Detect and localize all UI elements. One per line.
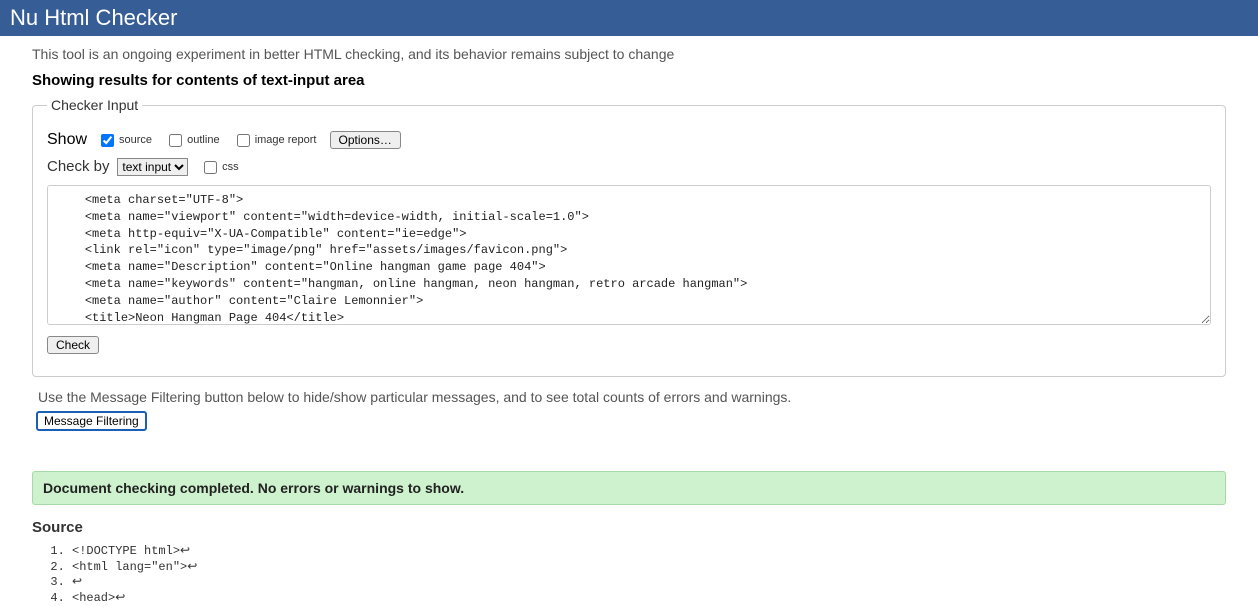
experiment-note: This tool is an ongoing experiment in be…: [32, 46, 1226, 62]
success-banner: Document checking completed. No errors o…: [32, 471, 1226, 505]
image-report-checkbox-label[interactable]: image report: [233, 134, 320, 146]
show-label: Show: [47, 131, 87, 148]
source-line: ↩: [72, 575, 1226, 591]
image-report-checkbox[interactable]: [237, 134, 250, 147]
html-source-textarea[interactable]: [47, 185, 1211, 325]
checkby-row: Check by text input css: [47, 158, 1211, 177]
checkby-label: Check by: [47, 158, 110, 175]
source-line: <html lang="en">↩: [72, 560, 1226, 576]
check-row: Check: [47, 336, 1211, 354]
page-title: Nu Html Checker: [10, 5, 177, 30]
source-checkbox[interactable]: [101, 134, 114, 147]
main-content: This tool is an ongoing experiment in be…: [0, 46, 1258, 606]
source-listing: <!DOCTYPE html>↩ <html lang="en">↩ ↩ <he…: [60, 544, 1226, 606]
check-button[interactable]: Check: [47, 336, 99, 354]
css-checkbox-label[interactable]: css: [200, 161, 239, 173]
source-checkbox-text: source: [119, 134, 152, 146]
checkby-select[interactable]: text input: [117, 158, 188, 176]
filter-note: Use the Message Filtering button below t…: [38, 389, 1226, 405]
header-bar: Nu Html Checker: [0, 0, 1258, 36]
results-heading: Showing results for contents of text-inp…: [32, 72, 1226, 89]
outline-checkbox[interactable]: [169, 134, 182, 147]
message-filtering-button[interactable]: Message Filtering: [36, 411, 147, 431]
css-checkbox-text: css: [222, 161, 239, 173]
source-checkbox-label[interactable]: source: [97, 134, 155, 146]
image-report-checkbox-text: image report: [255, 134, 317, 146]
checker-legend: Checker Input: [47, 97, 142, 113]
outline-checkbox-label[interactable]: outline: [165, 134, 223, 146]
source-heading: Source: [32, 519, 1226, 536]
css-checkbox[interactable]: [204, 161, 217, 174]
options-button[interactable]: Options…: [330, 131, 401, 149]
show-row: Show source outline image report Options…: [47, 131, 1211, 150]
source-line: <!DOCTYPE html>↩: [72, 544, 1226, 560]
checker-input-fieldset: Checker Input Show source outline image …: [32, 97, 1226, 377]
source-line: <head>↩: [72, 591, 1226, 606]
outline-checkbox-text: outline: [187, 134, 219, 146]
